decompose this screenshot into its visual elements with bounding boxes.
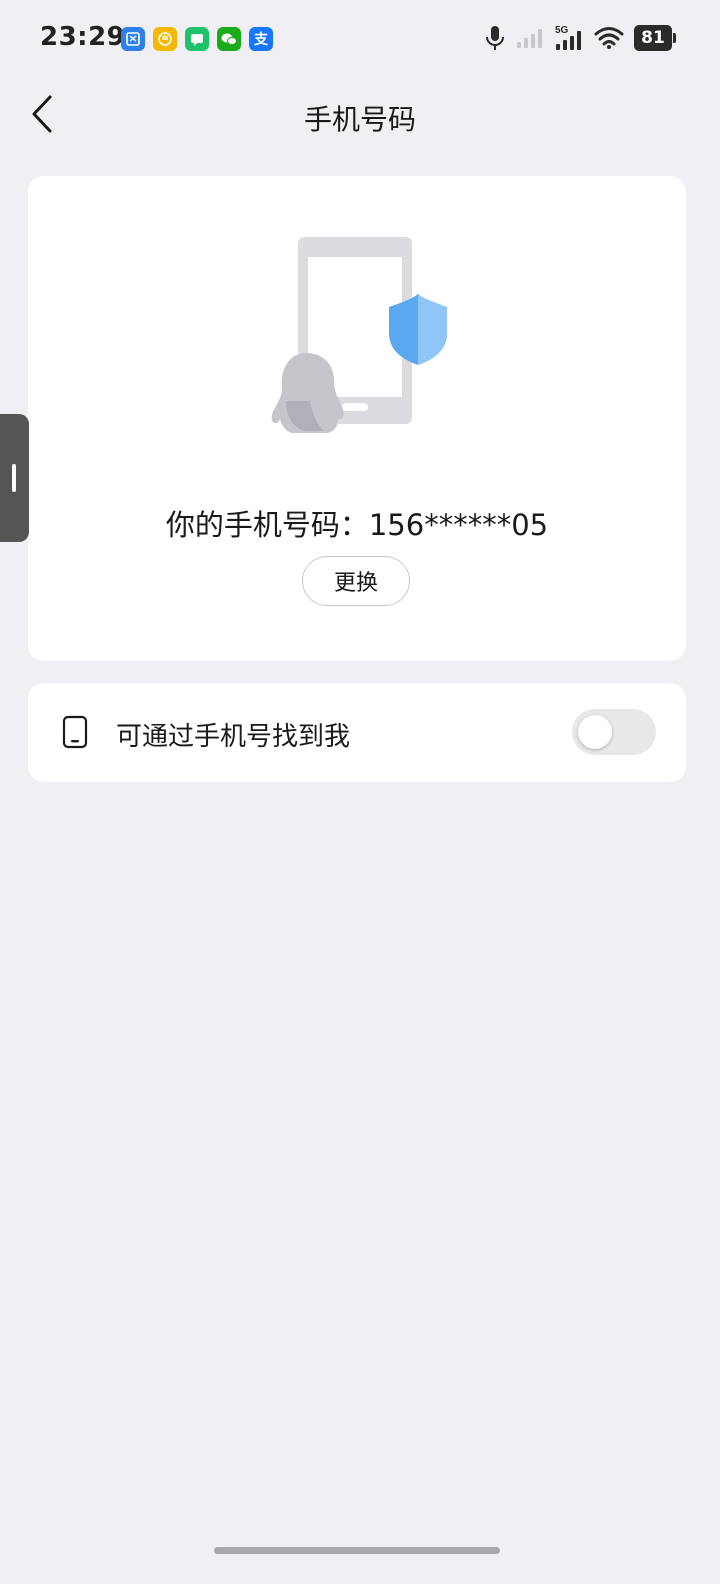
wifi-icon [594, 27, 624, 49]
side-panel-handle[interactable] [0, 414, 29, 542]
scissors-app-icon [121, 27, 145, 51]
app-header: 手机号码 [0, 80, 720, 150]
handle-grip [12, 464, 16, 492]
find-by-phone-setting: 可通过手机号找到我 [28, 683, 686, 782]
status-bar: 23:29 支 5G 81 [0, 0, 720, 80]
signal-5g-icon: 5G [555, 25, 581, 50]
wechat-icon [217, 27, 241, 51]
battery-level: 81 [634, 25, 672, 51]
hand-app-icon [153, 27, 177, 51]
status-time: 23:29 [40, 22, 126, 52]
home-indicator[interactable] [214, 1547, 500, 1554]
microphone-icon [486, 26, 504, 50]
message-app-icon [185, 27, 209, 51]
notification-icons: 支 [121, 27, 273, 51]
phone-security-illustration [271, 237, 447, 433]
page-title: 手机号码 [303, 103, 416, 136]
change-phone-button[interactable]: 更换 [302, 556, 410, 606]
signal-weak-icon [517, 29, 542, 48]
find-by-phone-toggle[interactable] [572, 709, 656, 755]
toggle-knob [578, 715, 612, 749]
setting-label: 可通过手机号找到我 [116, 722, 351, 752]
svg-text:5G: 5G [555, 25, 569, 36]
alipay-icon: 支 [249, 27, 273, 51]
battery-indicator: 81 [634, 25, 676, 51]
mobile-phone-icon [62, 715, 88, 749]
phone-number-card: 你的手机号码：156******05 更换 [28, 176, 686, 661]
phone-number-text: 你的手机号码：156******05 [165, 508, 549, 542]
system-status: 5G 81 [484, 24, 676, 52]
